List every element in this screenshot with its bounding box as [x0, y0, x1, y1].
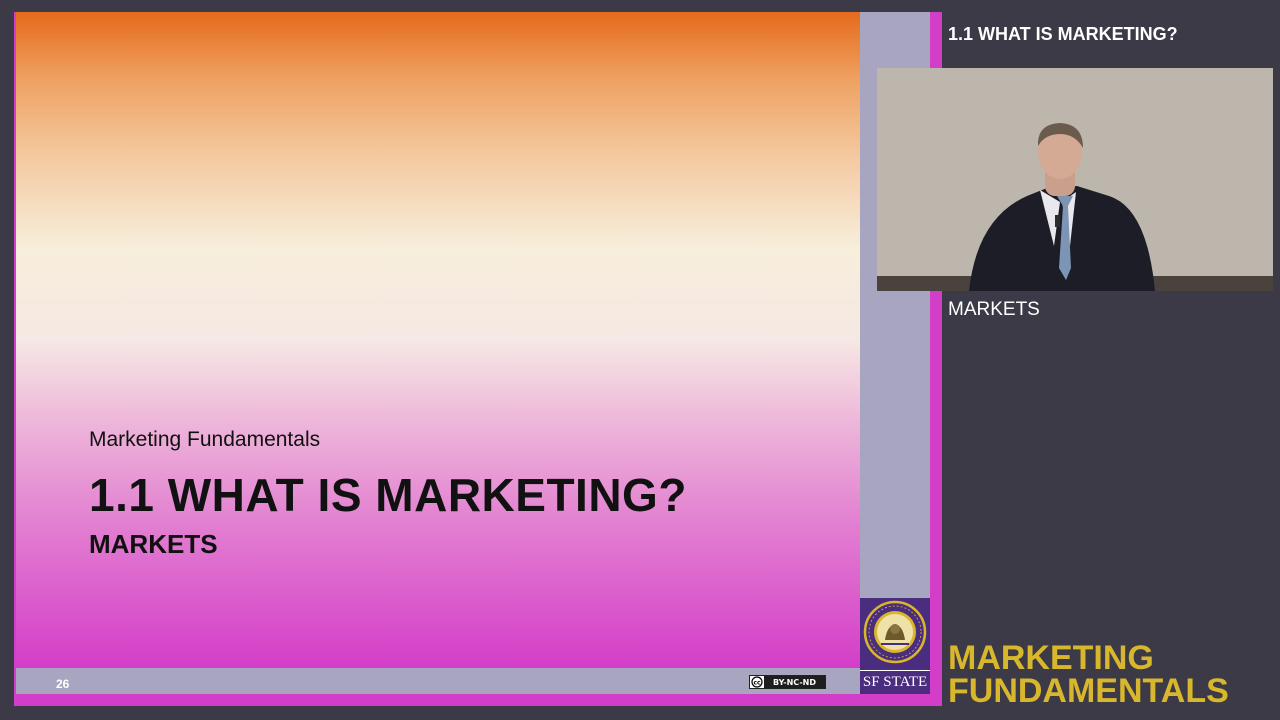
course-brand-line-1: MARKETING: [948, 639, 1154, 677]
license-badge: cc BY-NC-ND: [749, 675, 826, 689]
side-panel-section: MARKETS: [948, 299, 1040, 320]
svg-text:cc: cc: [753, 679, 761, 686]
university-logo: SF STATE: [860, 598, 930, 694]
license-badge-label: BY-NC-ND: [764, 676, 825, 688]
university-seal-icon: [863, 600, 927, 669]
presenter-video: [877, 68, 1273, 291]
course-brand-line-2: FUNDAMENTALS: [948, 672, 1229, 710]
creative-commons-icon: cc: [750, 676, 764, 688]
slide-course-name: Marketing Fundamentals: [89, 428, 321, 451]
university-logo-text: SF STATE: [860, 670, 930, 691]
slide-page-number: 26: [56, 677, 70, 691]
slide-content: [16, 12, 860, 668]
slide-subtitle: MARKETS: [89, 529, 218, 559]
slide-footer: [16, 668, 860, 694]
course-brand: MARKETING FUNDAMENTALS: [948, 639, 1229, 710]
presenter-figure: [877, 68, 1273, 291]
side-panel-heading: 1.1 WHAT IS MARKETING?: [948, 24, 1178, 44]
slide-title: 1.1 WHAT IS MARKETING?: [89, 469, 687, 521]
